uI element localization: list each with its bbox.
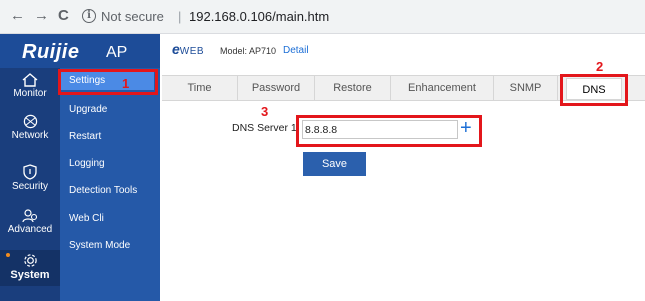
eweb-logo: eWEB (172, 41, 204, 57)
sidebar-item-logging[interactable]: Logging (69, 158, 105, 169)
nav-category-network[interactable]: Network (0, 114, 60, 141)
sidebar-item-system-mode[interactable]: System Mode (69, 240, 130, 251)
nav-category-security[interactable]: Security (0, 164, 60, 192)
url-separator: | (178, 9, 182, 24)
annotation-box-dns-field (296, 115, 482, 147)
eweb-logo-e: e (172, 41, 180, 57)
forward-icon[interactable]: → (34, 8, 49, 24)
brand-logo: Ruijie (22, 41, 80, 63)
nav-category-label: Advanced (7, 224, 53, 235)
nav-category-label: Network (11, 130, 49, 141)
tab-snmp[interactable]: SNMP (494, 75, 558, 101)
sidebar-item-restart[interactable]: Restart (69, 131, 101, 142)
home-icon (22, 73, 38, 87)
shield-icon (23, 164, 37, 180)
annotation-number-3: 3 (261, 104, 269, 119)
nav-category-advanced[interactable]: Advanced (0, 209, 60, 235)
detail-link[interactable]: Detail (283, 45, 309, 56)
security-status: Not secure (101, 9, 164, 24)
back-icon[interactable]: ← (10, 8, 25, 24)
gear-icon (23, 254, 37, 267)
sidebar-item-upgrade[interactable]: Upgrade (69, 104, 107, 115)
save-button[interactable]: Save (303, 152, 366, 176)
selected-dot (6, 253, 10, 257)
sidebar-item-detection-tools[interactable]: Detection Tools (69, 185, 137, 196)
address-bar[interactable]: 192.168.0.106/main.htm (189, 9, 329, 24)
nav-category-label: Security (11, 181, 49, 192)
tab-password[interactable]: Password (238, 75, 315, 101)
eweb-logo-text: WEB (179, 46, 205, 57)
nav-category-label: Monitor (13, 88, 47, 99)
annotation-number-2: 2 (596, 59, 604, 74)
nav-category-system[interactable]: System (0, 250, 60, 286)
annotation-box-settings (58, 69, 158, 95)
annotation-number-1: 1 (122, 76, 130, 91)
annotation-box-dns-tab (560, 74, 628, 106)
tab-time[interactable]: Time (162, 75, 238, 101)
dns-server-label: DNS Server 1 (232, 122, 297, 134)
tab-enhancement[interactable]: Enhancement (391, 75, 494, 101)
nav-category-monitor[interactable]: Monitor (0, 73, 60, 99)
brand-product: AP (106, 44, 128, 61)
nav-category-label: System (10, 269, 50, 281)
model-label: Model: AP710 (220, 46, 277, 56)
users-icon (22, 209, 38, 223)
tab-restore[interactable]: Restore (315, 75, 391, 101)
info-icon[interactable]: i (82, 9, 96, 23)
globe-icon (23, 114, 37, 129)
sidebar-item-web-cli[interactable]: Web Cli (69, 213, 104, 224)
reload-icon[interactable]: C (58, 8, 69, 24)
